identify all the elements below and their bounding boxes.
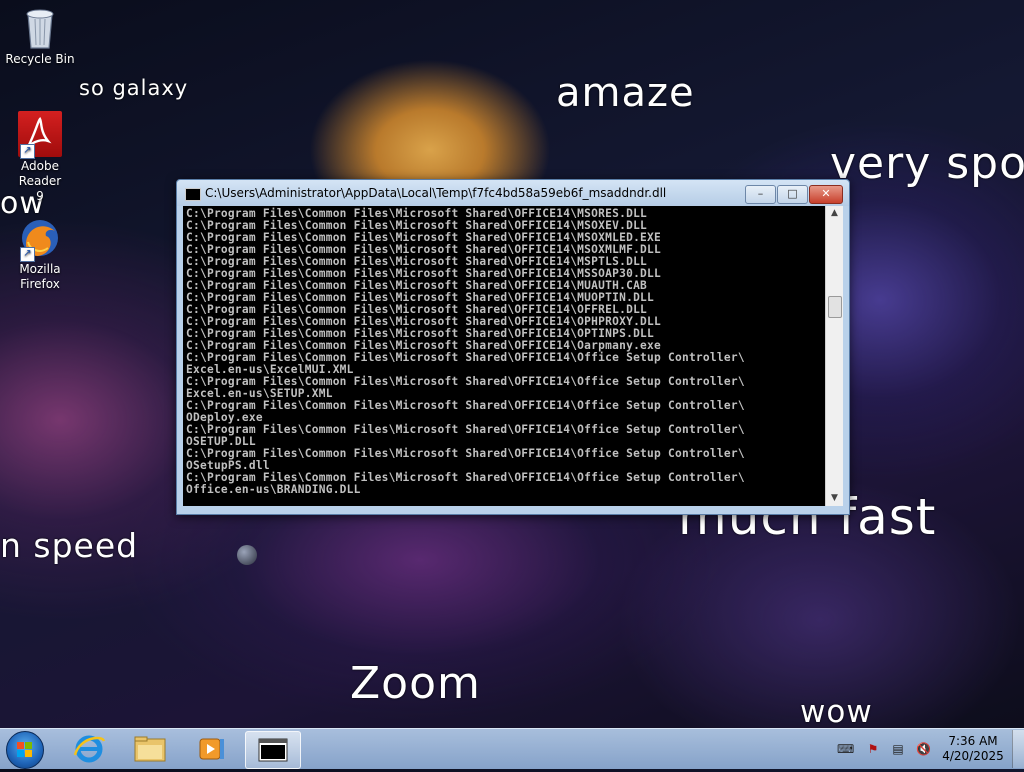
console-window-title: C:\Users\Administrator\AppData\Local\Tem… <box>205 186 667 200</box>
console-line: C:\Program Files\Common Files\Microsoft … <box>186 399 745 412</box>
meme-text-very-spo: very spo <box>830 138 1024 189</box>
meme-text-so-galaxy: so galaxy <box>79 76 189 100</box>
firefox-icon: ↗ <box>18 216 62 262</box>
desktop-icon-adobe-reader[interactable]: ↗ Adobe Reader 9 <box>0 111 80 204</box>
media-player-icon <box>199 738 224 760</box>
console-line: C:\Program Files\Common Files\Microsoft … <box>186 447 745 460</box>
shortcut-arrow-icon: ↗ <box>20 144 35 159</box>
maximize-button[interactable]: □ <box>777 185 808 204</box>
desktop-icon-label: Recycle Bin <box>5 52 75 66</box>
shortcut-arrow-icon: ↗ <box>20 247 35 262</box>
scroll-up-icon[interactable]: ▲ <box>826 206 843 221</box>
console-output-area[interactable]: C:\Program Files\Common Files\Microsoft … <box>183 206 843 506</box>
scroll-down-icon[interactable]: ▼ <box>826 491 843 506</box>
taskbar-media-player[interactable] <box>184 731 238 767</box>
console-vertical-scrollbar[interactable]: ▲ ▼ <box>825 206 843 506</box>
keyboard-icon[interactable]: ⌨ <box>837 742 854 756</box>
desktop-icon-label: Mozilla Firefox <box>19 262 61 291</box>
clock-date: 4/20/2025 <box>942 749 1004 763</box>
desktop-icon-recycle-bin[interactable]: Recycle Bin <box>0 6 80 67</box>
windows-logo-icon <box>17 742 32 757</box>
desktop-icon-label: Adobe Reader 9 <box>18 159 62 203</box>
console-window-icon <box>258 738 288 762</box>
adobe-reader-icon: ↗ <box>18 111 62 159</box>
scrollbar-thumb[interactable] <box>828 296 842 318</box>
meme-text-wow: wow <box>800 694 873 730</box>
volume-muted-icon[interactable]: 🔇 <box>916 742 931 756</box>
meme-text-amaze: amaze <box>556 70 695 116</box>
console-line: C:\Program Files\Common Files\Microsoft … <box>186 423 745 436</box>
action-center-flag-icon[interactable]: ⚑ <box>866 742 880 756</box>
meme-text-n-speed: n speed <box>0 526 139 565</box>
planet-decoration <box>237 545 257 565</box>
console-output-text: C:\Program Files\Common Files\Microsoft … <box>186 208 824 496</box>
taskbar-internet-explorer[interactable] <box>62 731 116 767</box>
taskbar-file-explorer[interactable] <box>123 731 177 767</box>
minimize-button[interactable]: – <box>745 185 776 204</box>
clock-time: 7:36 AM <box>948 734 998 748</box>
taskbar: ⌨ ⚑ ▤ 🔇 7:36 AM 4/20/2025 <box>0 728 1024 769</box>
desktop-icon-mozilla-firefox[interactable]: ↗ Mozilla Firefox <box>0 216 80 292</box>
console-window[interactable]: C:\Users\Administrator\AppData\Local\Tem… <box>176 179 850 515</box>
network-icon[interactable]: ▤ <box>891 742 905 756</box>
show-desktop-button[interactable] <box>1012 730 1024 768</box>
file-explorer-icon <box>134 736 166 762</box>
internet-explorer-icon <box>73 735 106 763</box>
console-line: Office.en-us\BRANDING.DLL <box>186 483 361 496</box>
recycle-bin-icon <box>22 6 58 50</box>
console-app-icon <box>185 188 201 201</box>
console-title-bar[interactable]: C:\Users\Administrator\AppData\Local\Tem… <box>177 180 849 206</box>
taskbar-console-window[interactable] <box>245 731 301 769</box>
taskbar-clock[interactable]: 7:36 AM 4/20/2025 <box>940 734 1006 764</box>
start-button[interactable] <box>6 731 44 769</box>
close-button[interactable]: ✕ <box>809 185 843 204</box>
meme-text-zoom: Zoom <box>350 658 481 709</box>
